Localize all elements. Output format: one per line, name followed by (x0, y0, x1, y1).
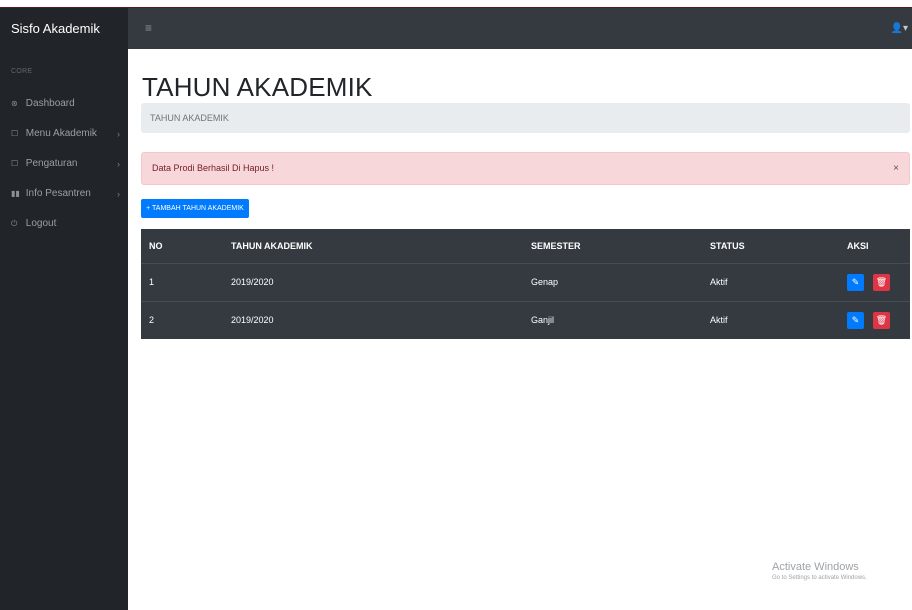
cell-aksi: ✎ 🗑 (839, 262, 910, 301)
sidebar-item-label: Logout (25, 218, 57, 229)
sidebar-item-label: Menu Akademik (25, 128, 97, 139)
header-no: NO (141, 229, 223, 264)
sidebar: CORE ⊛ Dashboard ☐ Menu Akademik › ☐ Pen… (0, 49, 128, 610)
sidebar-heading: CORE (11, 68, 33, 75)
trash-icon[interactable]: 🗑 (873, 273, 890, 291)
cell-tahun: 2019/2020 (223, 262, 523, 301)
watermark-subtitle: Go to Settings to activate Windows. (772, 575, 867, 581)
breadcrumb: TAHUN AKADEMIK (141, 103, 910, 133)
chevron-right-icon: › (117, 189, 120, 199)
cell-tahun: 2019/2020 (223, 300, 523, 339)
table-row: 1 2019/2020 Genap Aktif ✎ 🗑 (141, 262, 910, 301)
brand-title[interactable]: Sisfo Akademik (0, 8, 128, 49)
sidebar-item-menu-akademik[interactable]: ☐ Menu Akademik › (0, 124, 128, 144)
sidebar-item-label: Info Pesantren (25, 188, 91, 199)
edit-icon[interactable]: ✎ (847, 273, 864, 291)
chevron-right-icon: › (117, 159, 120, 169)
add-tahun-akademik-button[interactable]: + TAMBAH TAHUN AKADEMIK (141, 199, 249, 218)
page-title: TAHUN AKADEMIK (142, 72, 373, 102)
cell-semester: Genap (523, 262, 702, 301)
menu-toggle-icon[interactable]: ≡ (145, 8, 152, 49)
sidebar-item-dashboard[interactable]: ⊛ Dashboard (0, 94, 128, 114)
columns-icon: ☐ (11, 129, 19, 138)
header-semester: SEMESTER (523, 229, 702, 264)
alert-danger: Data Prodi Berhasil Di Hapus ! × (141, 152, 910, 185)
sidebar-item-label: Pengaturan (25, 158, 78, 169)
top-navbar: Sisfo Akademik ≡ 👤▾ (0, 7, 912, 49)
dashboard-icon: ⊛ (11, 99, 18, 108)
tahun-akademik-table: NO TAHUN AKADEMIK SEMESTER STATUS AKSI 1… (141, 229, 910, 339)
header-status: STATUS (702, 229, 839, 264)
user-menu-icon[interactable]: 👤▾ (891, 8, 908, 49)
columns-icon: ☐ (11, 159, 19, 168)
header-tahun-akademik: TAHUN AKADEMIK (223, 229, 523, 264)
sidebar-item-pengaturan[interactable]: ☐ Pengaturan › (0, 154, 128, 174)
windows-activation-watermark: Activate Windows Go to Settings to activ… (772, 561, 867, 581)
trash-icon[interactable]: 🗑 (873, 311, 890, 329)
chevron-right-icon: › (117, 129, 120, 139)
cell-aksi: ✎ 🗑 (839, 300, 910, 339)
sidebar-item-logout[interactable]: ⏻ Logout (0, 214, 128, 234)
edit-icon[interactable]: ✎ (847, 311, 864, 329)
cell-status: Aktif (702, 300, 839, 339)
alert-message: Data Prodi Berhasil Di Hapus ! (152, 163, 275, 173)
logout-icon: ⏻ (11, 219, 18, 228)
close-icon[interactable]: × (893, 153, 899, 184)
cell-no: 2 (141, 300, 223, 339)
sidebar-item-label: Dashboard (25, 98, 75, 109)
header-aksi: AKSI (839, 229, 910, 264)
watermark-title: Activate Windows (772, 561, 859, 573)
table-row: 2 2019/2020 Ganjil Aktif ✎ 🗑 (141, 300, 910, 339)
cell-semester: Ganjil (523, 300, 702, 339)
table-header-row: NO TAHUN AKADEMIK SEMESTER STATUS AKSI (141, 229, 910, 264)
cell-no: 1 (141, 262, 223, 301)
cell-status: Aktif (702, 262, 839, 301)
book-icon: ▮▮ (11, 189, 20, 198)
sidebar-item-info-pesantren[interactable]: ▮▮ Info Pesantren › (0, 184, 128, 204)
